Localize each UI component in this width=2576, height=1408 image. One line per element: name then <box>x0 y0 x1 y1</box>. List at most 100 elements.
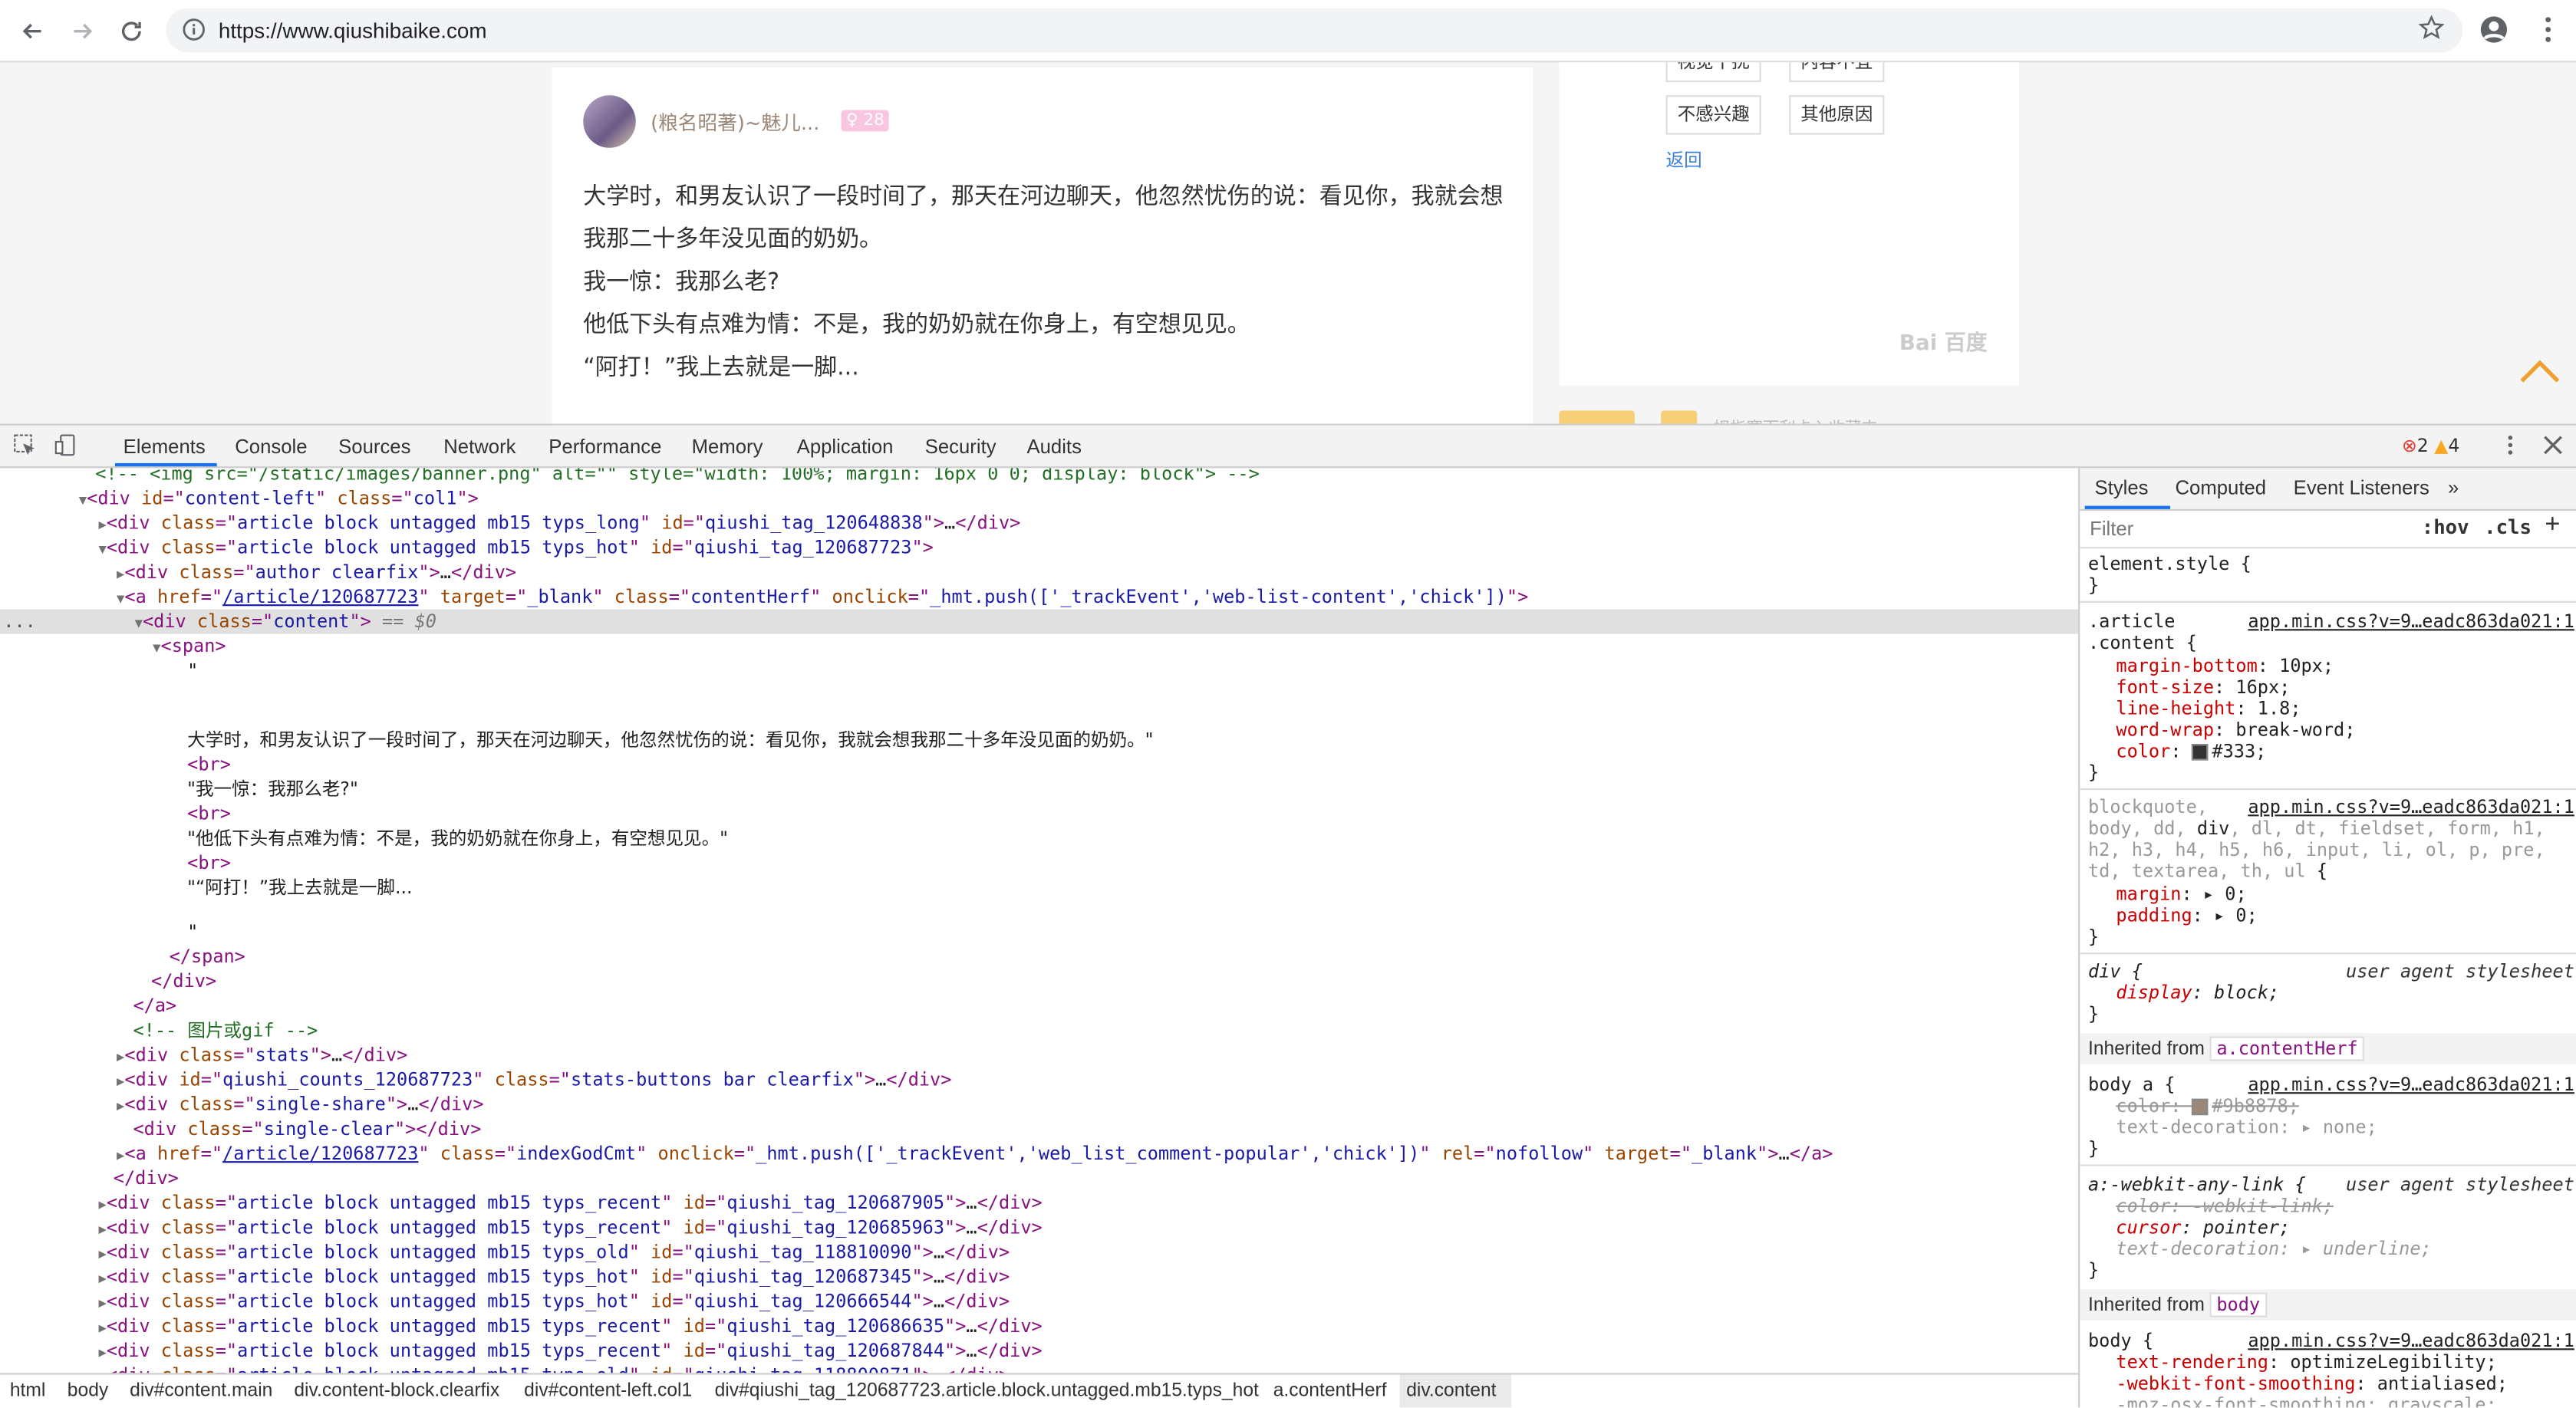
css-declaration[interactable]: line-height: 1.8; <box>2088 698 2576 719</box>
css-declaration[interactable]: word-wrap: break-word; <box>2088 719 2576 741</box>
dom-node[interactable]: ▶<div class="article block untagged mb15… <box>0 1289 2078 1314</box>
dom-node[interactable]: ▶<div class="stats">…</div> <box>0 1043 2078 1068</box>
dom-text[interactable]: "他低下头有点难为情：不是，我的奶奶就在你身上，有空想见见。" <box>0 826 2078 850</box>
css-declaration[interactable]: display: block; <box>2088 982 2576 1004</box>
breadcrumb-item[interactable]: html <box>10 1381 46 1401</box>
tab-network[interactable]: Network <box>443 436 516 459</box>
dom-text[interactable]: "我一惊：我那么老?" <box>0 777 2078 801</box>
author-name[interactable]: (粮名昭著)~魅儿... <box>651 108 819 136</box>
css-rule-selector[interactable]: td, textarea, th, ul { <box>2088 860 2576 882</box>
breadcrumb-item[interactable]: div#content.main <box>130 1381 272 1401</box>
dom-node[interactable]: </div> <box>0 1166 2078 1191</box>
dom-node[interactable]: </div> <box>0 969 2078 994</box>
dom-node[interactable]: <div class="single-clear"></div> <box>0 1117 2078 1141</box>
dom-text[interactable]: " <box>0 919 2078 944</box>
forward-button[interactable] <box>62 12 101 51</box>
dom-node[interactable]: ▶<a href="/article/120687723" class="ind… <box>0 1141 2078 1166</box>
url-text[interactable]: https://www.qiushibaike.com <box>219 18 487 43</box>
css-rule-selector[interactable]: h2, h3, h4, h5, h6, input, li, ol, p, pr… <box>2088 839 2576 860</box>
dom-node[interactable]: <br> <box>0 752 2078 777</box>
tab-performance[interactable]: Performance <box>548 436 661 459</box>
tab-console[interactable]: Console <box>235 436 307 459</box>
tab-audits[interactable]: Audits <box>1026 436 1081 459</box>
dom-node[interactable]: ▼<span> <box>0 634 2078 659</box>
css-source-link[interactable]: app.min.css?v=9…eadc863da021:1 <box>2248 797 2574 818</box>
css-declaration[interactable]: text-decoration: ▸ underline; <box>2088 1239 2576 1260</box>
css-declaration[interactable]: text-decoration: ▸ none; <box>2088 1117 2576 1138</box>
css-source-link[interactable]: app.min.css?v=9…eadc863da021:1 <box>2248 611 2574 633</box>
tab-sources[interactable]: Sources <box>338 436 410 459</box>
dom-node[interactable]: ▼<div class="article block untagged mb15… <box>0 535 2078 560</box>
info-icon[interactable] <box>183 18 206 41</box>
dom-node[interactable]: <!-- <img src="/static/images/banner.png… <box>0 468 2078 486</box>
new-style-rule-button[interactable]: + <box>2545 511 2560 541</box>
css-rule-selector[interactable]: body, dd, div, dl, dt, fieldset, form, h… <box>2088 818 2576 840</box>
browser-menu-icon[interactable] <box>2535 15 2561 44</box>
breadcrumb-item[interactable]: div#qiushi_tag_120687723.article.block.u… <box>715 1381 1259 1401</box>
device-toolbar-icon[interactable] <box>54 433 77 456</box>
reason-button-content[interactable]: 内容不宜 <box>1789 62 1885 83</box>
inherited-element-link[interactable]: a.contentHerf <box>2209 1036 2365 1061</box>
css-source-link[interactable]: app.min.css?v=9…eadc863da021:1 <box>2248 1331 2574 1352</box>
dom-node[interactable]: ▶<div class="article block untagged mb15… <box>0 1314 2078 1338</box>
dom-text[interactable]: 大学时，和男友认识了一段时间了，那天在河边聊天，他忽然忧伤的说：看见你，我就会想… <box>0 728 2078 752</box>
css-declaration[interactable]: -webkit-font-smoothing: antialiased; <box>2088 1373 2576 1394</box>
dom-node-selected[interactable]: ... ▼<div class="content"> == $0 <box>0 609 2079 634</box>
back-button[interactable] <box>13 12 52 51</box>
css-declaration[interactable]: margin-bottom: 10px; <box>2088 655 2576 676</box>
css-source-link[interactable]: app.min.css?v=9…eadc863da021:1 <box>2248 1074 2574 1096</box>
css-declaration[interactable]: color: -webkit-link; <box>2088 1196 2576 1217</box>
dom-node[interactable]: ▶<div class="article block untagged mb15… <box>0 1216 2078 1240</box>
elements-tree[interactable]: <!-- <img src="/static/images/banner.png… <box>0 468 2079 1373</box>
reload-button[interactable] <box>112 12 151 51</box>
error-warning-counter[interactable]: ⊗2 ▲4 <box>2402 436 2459 457</box>
article-content[interactable]: 大学时，和男友认识了一段时间了，那天在河边聊天，他忽然忧伤的说：看见你，我就会想… <box>583 176 1503 389</box>
more-tabs-icon[interactable]: » <box>2448 476 2459 499</box>
close-icon[interactable] <box>2541 433 2564 456</box>
back-link[interactable]: 返回 <box>1666 146 1702 173</box>
profile-icon[interactable] <box>2479 15 2509 44</box>
tab-computed[interactable]: Computed <box>2175 476 2266 499</box>
devtools-menu-icon[interactable] <box>2499 433 2522 456</box>
dom-node[interactable]: ▶<div class="article block untagged mb15… <box>0 511 2078 535</box>
css-declaration[interactable]: text-rendering: optimizeLegibility; <box>2088 1352 2576 1373</box>
dom-node[interactable]: ▶<div class="single-share">…</div> <box>0 1092 2078 1117</box>
color-swatch[interactable] <box>2192 1098 2209 1116</box>
class-toggle[interactable]: .cls <box>2484 515 2532 538</box>
css-declaration[interactable]: cursor: pointer; <box>2088 1217 2576 1239</box>
css-rule-selector[interactable]: element.style { <box>2088 554 2576 575</box>
dom-node[interactable]: <br> <box>0 801 2078 826</box>
tab-event-listeners[interactable]: Event Listeners <box>2294 476 2429 499</box>
reason-button-other[interactable]: 其他原因 <box>1789 95 1885 135</box>
dom-node[interactable]: <!-- 图片或gif --> <box>0 1018 2078 1043</box>
dom-node[interactable]: ▶<div class="article block untagged mb15… <box>0 1191 2078 1216</box>
inherited-element-link[interactable]: body <box>2209 1292 2267 1318</box>
dom-node[interactable]: <br> <box>0 850 2078 875</box>
dom-node[interactable]: ▶<div class="article block untagged mb15… <box>0 1338 2078 1363</box>
dom-node[interactable]: </span> <box>0 944 2078 969</box>
scroll-to-top-icon[interactable] <box>2517 355 2563 388</box>
address-bar[interactable]: https://www.qiushibaike.com <box>166 8 2463 53</box>
reason-button-visual[interactable]: 视觉干扰 <box>1665 62 1761 83</box>
styles-filter-input[interactable] <box>2086 514 2406 544</box>
dom-text[interactable]: "“阿打！”我上去就是一脚... <box>0 875 2078 900</box>
reason-button-not-interested[interactable]: 不感兴趣 <box>1665 95 1761 135</box>
tab-security[interactable]: Security <box>925 436 996 459</box>
dom-node[interactable]: ▶<div class="article block untagged mb15… <box>0 1265 2078 1289</box>
dom-node[interactable]: ▶<div class="author clearfix">…</div> <box>0 560 2078 584</box>
dom-node[interactable]: ▼<a href="/article/120687723" target="_b… <box>0 584 2078 609</box>
tab-memory[interactable]: Memory <box>692 436 763 459</box>
breadcrumb-item[interactable]: body <box>68 1381 108 1401</box>
css-declaration[interactable]: font-size: 16px; <box>2088 676 2576 698</box>
avatar[interactable] <box>583 95 636 148</box>
dom-node[interactable]: ▶<div class="article block untagged mb15… <box>0 1240 2078 1265</box>
bookmark-star-icon[interactable] <box>2418 15 2445 41</box>
css-declaration[interactable]: padding: ▸ 0; <box>2088 905 2576 926</box>
dom-node[interactable]: ▶<div class="article block untagged mb15… <box>0 1364 2078 1373</box>
tab-elements[interactable]: Elements <box>124 436 206 459</box>
breadcrumb-item[interactable]: div.content <box>1406 1381 1496 1401</box>
css-declaration[interactable]: color: #9b8878; <box>2088 1095 2576 1117</box>
breadcrumb-item[interactable]: div.content-block.clearfix <box>294 1381 499 1401</box>
color-swatch[interactable] <box>2192 744 2209 761</box>
css-declaration[interactable]: margin: ▸ 0; <box>2088 883 2576 905</box>
